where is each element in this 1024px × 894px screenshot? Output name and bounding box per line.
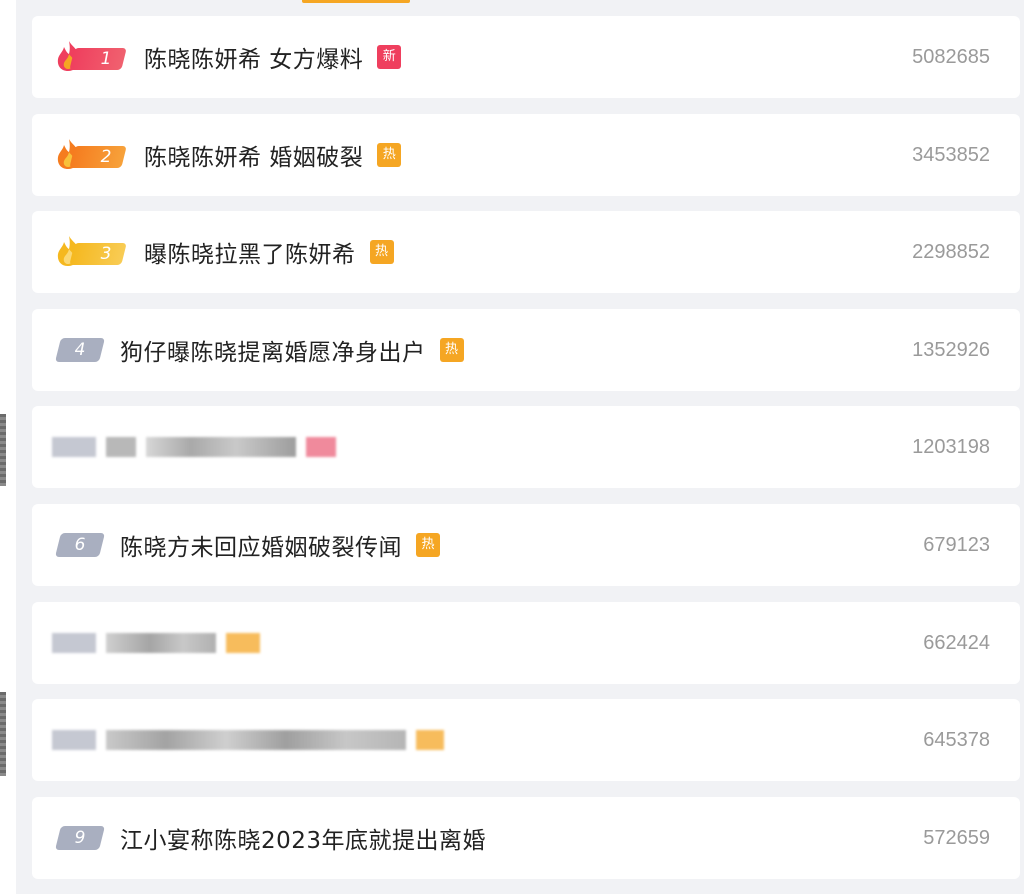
new-badge: 新 (377, 45, 402, 69)
rank-badge-3: 3 (54, 236, 127, 267)
hot-search-title[interactable]: 陈晓方未回应婚姻破裂传闻 (120, 528, 402, 562)
heat-count: 679123 (923, 533, 990, 556)
hot-search-list: 1 陈晓陈妍希 女方爆料 新 5082685 2 陈晓陈妍希 婚姻破裂 热 34… (32, 16, 1020, 894)
hot-search-row-7[interactable]: 662424 (32, 601, 1020, 684)
rank-number: 1 (100, 49, 112, 69)
scroll-marker (0, 414, 6, 486)
hot-badge: 热 (377, 142, 402, 167)
hot-badge: 热 (369, 240, 394, 265)
hot-search-row-2[interactable]: 2 陈晓陈妍希 婚姻破裂 热 3453852 (32, 113, 1020, 196)
hot-search-title[interactable]: 曝陈晓拉黑了陈妍希 (144, 235, 356, 269)
rank-number: 9 (74, 827, 86, 848)
redacted-block (226, 632, 260, 653)
redacted-block (106, 437, 136, 458)
hot-badge: 热 (439, 337, 464, 362)
heat-count: 1203198 (912, 436, 990, 459)
redacted-content (52, 621, 260, 665)
rank-number: 6 (74, 534, 86, 555)
heat-count: 5082685 (912, 46, 990, 68)
rank-number: 2 (100, 146, 112, 167)
redacted-block (306, 437, 336, 458)
hot-search-row-3[interactable]: 3 曝陈晓拉黑了陈妍希 热 2298852 (32, 211, 1020, 294)
hot-search-row-9[interactable]: 9 江小宴称陈晓2023年底就提出离婚 572659 (32, 796, 1020, 879)
redacted-content (52, 425, 336, 469)
redacted-block (106, 730, 406, 751)
rank-badge-2: 2 (54, 138, 127, 169)
hot-badge: 热 (416, 532, 440, 557)
rank-number: 3 (100, 244, 112, 265)
heat-count: 662424 (923, 631, 990, 654)
redacted-block (52, 632, 96, 653)
active-tab-indicator (302, 0, 410, 3)
hot-search-title[interactable]: 陈晓陈妍希 女方爆料 (144, 40, 363, 74)
hot-search-row-8[interactable]: 645378 (32, 699, 1020, 782)
heat-count: 2298852 (912, 241, 990, 264)
rank-badge-9: 9 (55, 825, 105, 850)
heat-count: 645378 (923, 729, 990, 752)
hot-search-title[interactable]: 狗仔曝陈晓提离婚愿净身出户 (120, 333, 426, 367)
hot-search-row-6[interactable]: 6 陈晓方未回应婚姻破裂传闻 热 679123 (32, 503, 1020, 586)
redacted-block (146, 437, 296, 458)
heat-count: 572659 (923, 826, 990, 849)
heat-count: 1352926 (912, 338, 990, 361)
rank-badge-6: 6 (55, 532, 105, 557)
redacted-block (106, 632, 216, 653)
hot-search-row-4[interactable]: 4 狗仔曝陈晓提离婚愿净身出户 热 1352926 (32, 308, 1020, 391)
heat-count: 3453852 (912, 143, 990, 166)
redacted-block (52, 730, 96, 751)
redacted-content (52, 718, 444, 762)
hot-search-row-1[interactable]: 1 陈晓陈妍希 女方爆料 新 5082685 (32, 16, 1020, 98)
scroll-marker (0, 692, 6, 776)
hot-search-title[interactable]: 江小宴称陈晓2023年底就提出离婚 (120, 821, 486, 855)
rank-badge-1: 1 (54, 41, 127, 71)
redacted-block (416, 730, 444, 751)
hot-search-row-5[interactable]: 1203198 (32, 406, 1020, 489)
hot-search-title[interactable]: 陈晓陈妍希 婚姻破裂 (144, 138, 363, 172)
rank-number: 4 (74, 339, 86, 360)
rank-badge-4: 4 (55, 337, 105, 362)
redacted-block (52, 437, 96, 458)
